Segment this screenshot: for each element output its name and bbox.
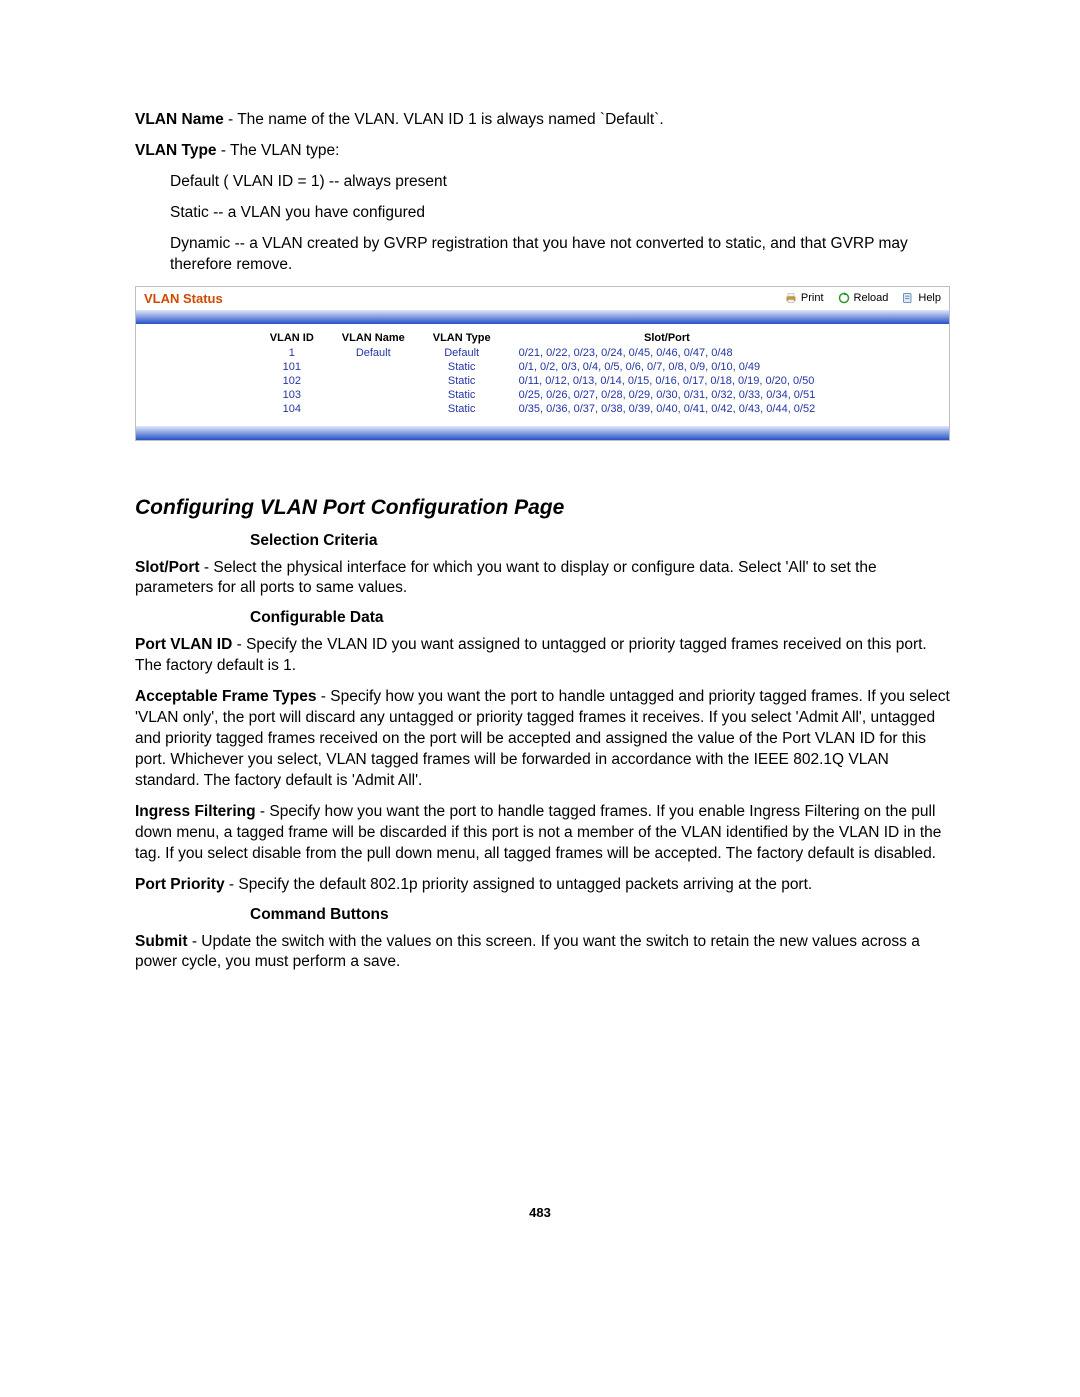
col-vlan-name: VLAN Name <box>328 330 419 346</box>
cell-type: Static <box>419 388 505 402</box>
section-heading: Configuring VLAN Port Configuration Page <box>135 496 950 520</box>
def-label: Acceptable Frame Types <box>135 688 316 705</box>
panel-body: VLAN ID VLAN Name VLAN Type Slot/Port 1D… <box>136 324 949 418</box>
def-label: Submit <box>135 933 188 950</box>
def-text: - The VLAN type: <box>217 142 340 159</box>
vlan-type-item: Dynamic -- a VLAN created by GVRP regist… <box>170 234 950 276</box>
cell-name <box>328 402 419 416</box>
definition-submit: Submit - Update the switch with the valu… <box>135 932 950 974</box>
col-vlan-type: VLAN Type <box>419 330 505 346</box>
cell-id: 101 <box>256 360 328 374</box>
cell-id: 1 <box>256 346 328 360</box>
print-label: Print <box>801 292 824 304</box>
def-label: Port Priority <box>135 876 225 893</box>
def-text: - Update the switch with the values on t… <box>135 933 920 971</box>
cell-type: Static <box>419 402 505 416</box>
panel-header: VLAN Status Print Reload <box>136 287 949 310</box>
def-label: VLAN Type <box>135 142 217 159</box>
vlan-type-item: Static -- a VLAN you have configured <box>170 203 950 224</box>
cell-name <box>328 360 419 374</box>
def-text: - Specify the VLAN ID you want assigned … <box>135 636 927 674</box>
definition-vlan-name: VLAN Name - The name of the VLAN. VLAN I… <box>135 110 950 131</box>
help-icon <box>902 292 914 304</box>
cell-sp: 0/25, 0/26, 0/27, 0/28, 0/29, 0/30, 0/31… <box>505 388 830 402</box>
table-row: 104 Static0/35, 0/36, 0/37, 0/38, 0/39, 0… <box>256 402 829 416</box>
definition-acceptable-frame-types: Acceptable Frame Types - Specify how you… <box>135 687 950 792</box>
cell-sp: 0/1, 0/2, 0/3, 0/4, 0/5, 0/6, 0/7, 0/8, … <box>505 360 830 374</box>
reload-icon <box>838 292 850 304</box>
reload-button[interactable]: Reload <box>838 292 889 304</box>
print-icon <box>785 292 797 304</box>
cell-type: Static <box>419 360 505 374</box>
cell-id: 102 <box>256 374 328 388</box>
reload-label: Reload <box>854 292 889 304</box>
def-text: - Specify the default 802.1p priority as… <box>225 876 813 893</box>
definition-port-vlan-id: Port VLAN ID - Specify the VLAN ID you w… <box>135 635 950 677</box>
def-label: VLAN Name <box>135 111 224 128</box>
cell-sp: 0/35, 0/36, 0/37, 0/38, 0/39, 0/40, 0/41… <box>505 402 830 416</box>
cell-type: Default <box>419 346 505 360</box>
cell-type: Static <box>419 374 505 388</box>
vlan-type-item: Default ( VLAN ID = 1) -- always present <box>170 172 950 193</box>
def-text: - The name of the VLAN. VLAN ID 1 is alw… <box>224 111 664 128</box>
help-label: Help <box>918 292 941 304</box>
def-label: Port VLAN ID <box>135 636 232 653</box>
def-text: - Specify how you want the port to handl… <box>135 803 941 862</box>
subheading: Command Buttons <box>250 906 950 924</box>
col-slot-port: Slot/Port <box>505 330 830 346</box>
panel-title: VLAN Status <box>144 291 785 306</box>
definition-vlan-type: VLAN Type - The VLAN type: <box>135 141 950 162</box>
def-label: Ingress Filtering <box>135 803 256 820</box>
vlan-status-table: VLAN ID VLAN Name VLAN Type Slot/Port 1D… <box>256 330 829 416</box>
table-header-row: VLAN ID VLAN Name VLAN Type Slot/Port <box>256 330 829 346</box>
decoration-bar <box>136 426 949 440</box>
vlan-status-panel: VLAN Status Print Reload <box>135 286 950 441</box>
table-row: 103 Static0/25, 0/26, 0/27, 0/28, 0/29, 0… <box>256 388 829 402</box>
decoration-bar <box>136 310 949 324</box>
cell-name <box>328 388 419 402</box>
document-page: VLAN Name - The name of the VLAN. VLAN I… <box>0 0 1080 1280</box>
definition-port-priority: Port Priority - Specify the default 802.… <box>135 875 950 896</box>
cell-id: 104 <box>256 402 328 416</box>
cell-sp: 0/11, 0/12, 0/13, 0/14, 0/15, 0/16, 0/17… <box>505 374 830 388</box>
definition-ingress-filtering: Ingress Filtering - Specify how you want… <box>135 802 950 865</box>
cell-name: Default <box>328 346 419 360</box>
table-row: 1DefaultDefault0/21, 0/22, 0/23, 0/24, 0… <box>256 346 829 360</box>
subheading: Selection Criteria <box>250 532 950 550</box>
page-number: 483 <box>0 1205 1080 1220</box>
col-vlan-id: VLAN ID <box>256 330 328 346</box>
def-text: - Select the physical interface for whic… <box>135 559 877 597</box>
panel-actions: Print Reload Help <box>785 292 941 304</box>
subheading: Configurable Data <box>250 609 950 627</box>
def-label: Slot/Port <box>135 559 200 576</box>
help-button[interactable]: Help <box>902 292 941 304</box>
table-row: 101 Static0/1, 0/2, 0/3, 0/4, 0/5, 0/6, 0… <box>256 360 829 374</box>
cell-id: 103 <box>256 388 328 402</box>
cell-name <box>328 374 419 388</box>
cell-sp: 0/21, 0/22, 0/23, 0/24, 0/45, 0/46, 0/47… <box>505 346 830 360</box>
definition-slot-port: Slot/Port - Select the physical interfac… <box>135 558 950 600</box>
table-row: 102 Static0/11, 0/12, 0/13, 0/14, 0/15, 0… <box>256 374 829 388</box>
print-button[interactable]: Print <box>785 292 824 304</box>
